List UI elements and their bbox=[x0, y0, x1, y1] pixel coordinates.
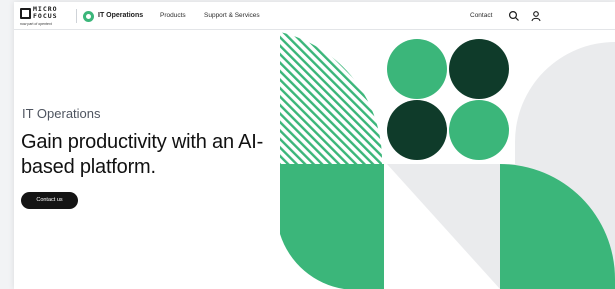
logo-subtitle: now part of opentext bbox=[20, 22, 52, 26]
contact-us-button[interactable]: Contact us bbox=[21, 192, 78, 209]
dark-circle-top-right bbox=[449, 39, 509, 99]
green-circle-bottom-right bbox=[449, 100, 509, 160]
nav-contact[interactable]: Contact bbox=[470, 12, 492, 19]
striped-quarter-shape bbox=[280, 32, 383, 164]
page: MICRO FOCUS now part of opentext IT Oper… bbox=[14, 2, 615, 289]
green-quarter-shape-right bbox=[500, 164, 615, 289]
top-nav: MICRO FOCUS now part of opentext IT Oper… bbox=[14, 2, 615, 30]
logo-line-2: FOCUS bbox=[33, 12, 58, 20]
logo-mark-icon bbox=[20, 8, 31, 19]
product-brand-link[interactable]: IT Operations bbox=[98, 12, 143, 19]
gray-half-circle-shape bbox=[515, 42, 615, 289]
green-circle-top-left bbox=[387, 39, 447, 99]
user-icon[interactable] bbox=[530, 10, 542, 22]
micro-focus-logo[interactable]: MICRO FOCUS now part of opentext bbox=[20, 6, 72, 26]
dark-circle-bottom-left bbox=[387, 100, 447, 160]
hero-headline: Gain productivity with an AI-based platf… bbox=[21, 131, 264, 178]
hero-eyebrow: IT Operations bbox=[22, 106, 101, 121]
gray-triangle-shape bbox=[387, 164, 500, 289]
nav-products[interactable]: Products bbox=[160, 12, 186, 19]
green-quarter-shape-left bbox=[280, 164, 384, 289]
nav-support-services[interactable]: Support & Services bbox=[204, 12, 260, 19]
header-divider bbox=[76, 9, 77, 23]
it-operations-icon bbox=[83, 11, 94, 22]
search-icon[interactable] bbox=[508, 10, 520, 22]
